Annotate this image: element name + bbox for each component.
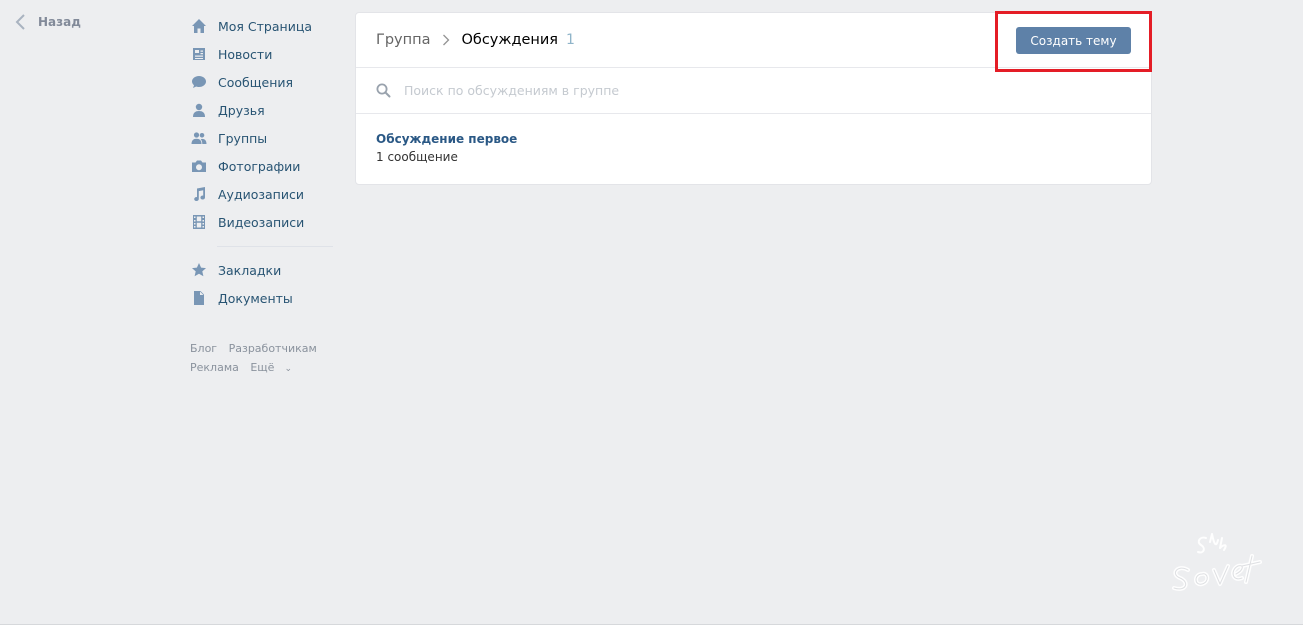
search-bar <box>356 68 1151 114</box>
club-sovet-logo <box>1172 533 1262 591</box>
music-icon <box>190 185 208 203</box>
search-input[interactable] <box>404 83 1131 98</box>
back-label: Назад <box>38 15 81 29</box>
sidebar-item-audio[interactable]: Аудиозаписи <box>190 180 334 208</box>
sidebar-item-my-page[interactable]: Моя Страница <box>190 12 334 40</box>
discussion-count: 1 <box>566 32 575 48</box>
search-icon <box>376 83 391 98</box>
sidebar-item-groups[interactable]: Группы <box>190 124 334 152</box>
footer-more-label: Ещё <box>250 361 275 374</box>
footer-link-more[interactable]: Ещё ⌄ <box>250 361 300 374</box>
topic-title[interactable]: Обсуждение первое <box>376 132 1131 146</box>
sidebar-item-label: Друзья <box>218 102 265 118</box>
list-item[interactable]: Обсуждение первое 1 сообщение <box>356 114 1151 164</box>
star-icon <box>190 261 208 279</box>
sidebar-divider <box>217 246 333 247</box>
messages-icon <box>190 73 208 91</box>
friends-icon <box>190 101 208 119</box>
chevron-left-icon <box>15 14 25 30</box>
footer-link-developers[interactable]: Разработчикам <box>229 342 317 355</box>
sidebar-footer: Блог Разработчикам Реклама Ещё ⌄ <box>190 339 334 379</box>
topic-message-count: 1 сообщение <box>376 150 458 164</box>
back-link[interactable]: Назад <box>14 13 81 31</box>
sidebar-item-photos[interactable]: Фотографии <box>190 152 334 180</box>
discussions-card: Группа Обсуждения 1 Создать тему Обсужде… <box>355 12 1152 185</box>
sidebar-item-video[interactable]: Видеозаписи <box>190 208 334 236</box>
chevron-right-icon <box>442 34 450 46</box>
footer-link-blog[interactable]: Блог <box>190 342 217 355</box>
sidebar-item-label: Документы <box>218 290 293 306</box>
sidebar-item-label: Закладки <box>218 262 282 278</box>
sidebar-item-label: Группы <box>218 130 268 146</box>
sidebar-item-bookmarks[interactable]: Закладки <box>190 256 334 284</box>
home-icon <box>190 17 208 35</box>
sidebar-item-label: Фотографии <box>218 158 301 174</box>
document-icon <box>190 289 208 307</box>
sidebar-item-label: Сообщения <box>218 74 294 90</box>
sidebar-item-friends[interactable]: Друзья <box>190 96 334 124</box>
camera-icon <box>190 157 208 175</box>
sidebar-item-label: Аудиозаписи <box>218 186 304 202</box>
sidebar-item-label: Моя Страница <box>218 18 312 34</box>
sidebar-item-messages[interactable]: Сообщения <box>190 68 334 96</box>
breadcrumb-group[interactable]: Группа <box>376 32 430 48</box>
footer-link-ads[interactable]: Реклама <box>190 361 239 374</box>
create-topic-button[interactable]: Создать тему <box>1016 27 1131 54</box>
chevron-down-icon: ⌄ <box>284 364 292 374</box>
sidebar-item-news[interactable]: Новости <box>190 40 334 68</box>
sidebar-item-label: Новости <box>218 46 273 62</box>
sidebar-item-label: Видеозаписи <box>218 214 305 230</box>
news-icon <box>190 45 208 63</box>
groups-icon <box>190 129 208 147</box>
card-header: Группа Обсуждения 1 Создать тему <box>356 13 1151 68</box>
film-icon <box>190 213 208 231</box>
sidebar-item-documents[interactable]: Документы <box>190 284 334 312</box>
page-title: Обсуждения <box>461 32 559 48</box>
sidebar-menu: Моя Страница Новости Сообщения Друзья Гр… <box>190 12 334 379</box>
